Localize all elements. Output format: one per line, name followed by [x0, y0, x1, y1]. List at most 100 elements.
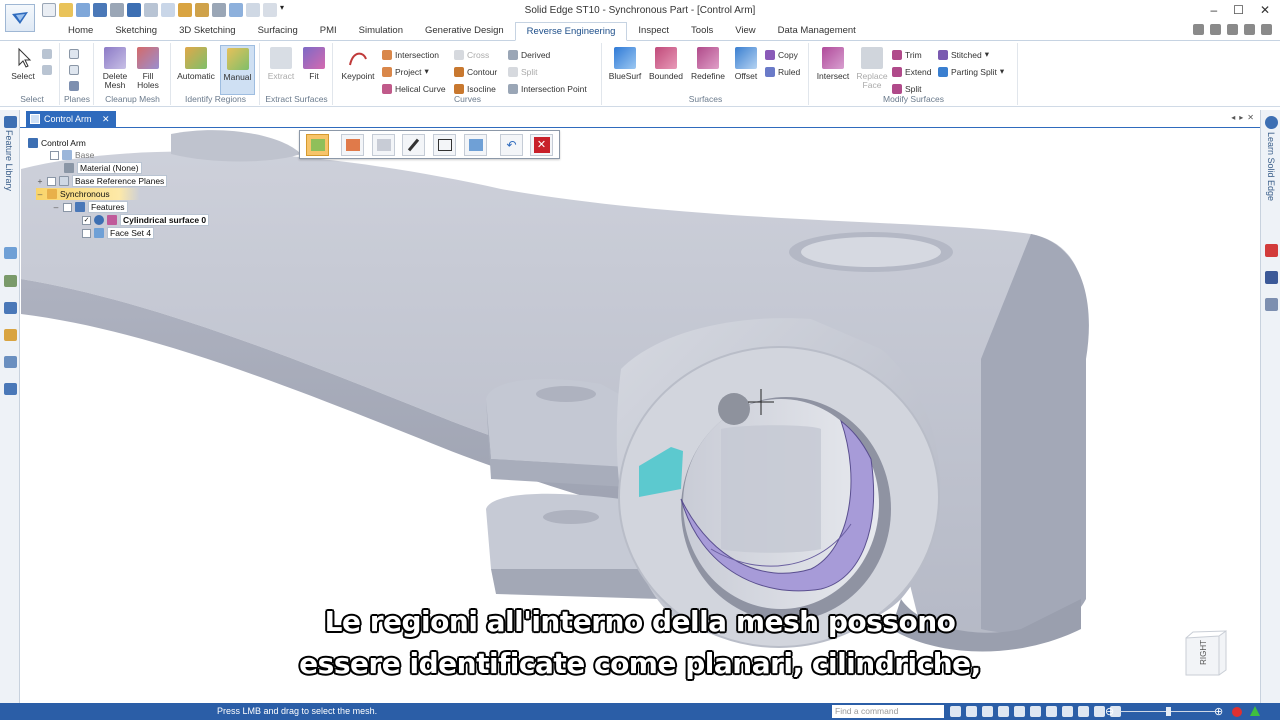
- split-curve-button[interactable]: Split: [508, 65, 538, 78]
- tab-simulation[interactable]: Simulation: [348, 22, 414, 40]
- parts-library-icon[interactable]: [4, 356, 17, 368]
- tab-tools[interactable]: Tools: [680, 22, 724, 40]
- orient-icon[interactable]: [1046, 706, 1057, 717]
- cyl-surface-checkbox[interactable]: ✓: [82, 215, 91, 225]
- expand-ref-planes-icon[interactable]: +: [36, 176, 44, 186]
- extract-button[interactable]: Extract: [265, 45, 297, 81]
- tree-node-face-set[interactable]: Face Set 4: [82, 227, 155, 239]
- youtube-icon[interactable]: [1265, 244, 1278, 257]
- layers-icon[interactable]: [4, 247, 17, 259]
- tab-generative-design[interactable]: Generative Design: [414, 22, 515, 40]
- manual-button[interactable]: Manual: [220, 45, 255, 95]
- select-filter-button[interactable]: [42, 47, 52, 60]
- plane-button-1[interactable]: [69, 47, 79, 60]
- region-type-button[interactable]: [464, 134, 487, 156]
- doc-restore-icon[interactable]: [1244, 24, 1255, 35]
- offset-button[interactable]: Offset: [730, 45, 762, 81]
- view-style-icon[interactable]: [1078, 706, 1089, 717]
- zoom-area-icon[interactable]: [966, 706, 977, 717]
- tab-sketching[interactable]: Sketching: [104, 22, 168, 40]
- find-command-input[interactable]: Find a command: [832, 705, 944, 718]
- extend-button[interactable]: Extend: [892, 65, 931, 78]
- erase-button[interactable]: [372, 134, 395, 156]
- zoom-out-icon[interactable]: ⊖: [1105, 705, 1114, 718]
- select-mode-button[interactable]: [42, 63, 52, 76]
- tree-node-control-arm[interactable]: Control Arm: [28, 137, 86, 149]
- sketch-view-icon[interactable]: [1094, 706, 1105, 717]
- tab-pmi[interactable]: PMI: [309, 22, 348, 40]
- tab-home[interactable]: Home: [57, 22, 104, 40]
- select-button[interactable]: Select: [7, 45, 39, 81]
- trim-button[interactable]: Trim: [892, 48, 922, 61]
- upload-icon[interactable]: [1250, 706, 1260, 716]
- tab-inspect[interactable]: Inspect: [627, 22, 680, 40]
- replace-face-button[interactable]: Replace Face: [854, 45, 890, 90]
- undo-region-button[interactable]: ↶: [500, 134, 523, 156]
- tab-view[interactable]: View: [724, 22, 766, 40]
- color-manager-icon[interactable]: [4, 329, 17, 341]
- community-icon[interactable]: [1265, 298, 1278, 311]
- minimize-icon[interactable]: –: [1210, 3, 1217, 17]
- doc-minimize-icon[interactable]: [1227, 24, 1238, 35]
- copy-surface-button[interactable]: Copy: [765, 48, 798, 61]
- automatic-button[interactable]: Automatic: [176, 45, 216, 81]
- tree-node-features[interactable]: – Features: [52, 201, 128, 213]
- face-set-checkbox[interactable]: [82, 228, 91, 238]
- help-circle-icon[interactable]: [1265, 116, 1278, 129]
- shaded-view-icon[interactable]: [1062, 706, 1073, 717]
- tab-surfacing[interactable]: Surfacing: [247, 22, 309, 40]
- stitched-button[interactable]: Stitched ▾: [938, 48, 989, 61]
- project-button[interactable]: Project ▾: [382, 65, 429, 78]
- teamcenter-icon[interactable]: [4, 383, 17, 395]
- tree-node-base[interactable]: Base: [50, 149, 94, 161]
- tab-reverse-engineering[interactable]: Reverse Engineering: [514, 22, 628, 41]
- view-cube[interactable]: RIGHT: [1183, 630, 1229, 676]
- doc-close-icon[interactable]: [1261, 24, 1272, 35]
- close-document-icon[interactable]: ✕: [102, 114, 110, 124]
- tab-data-management[interactable]: Data Management: [767, 22, 867, 40]
- bluesurf-button[interactable]: BlueSurf: [606, 45, 644, 81]
- zoom-in-icon[interactable]: [982, 706, 993, 717]
- help-icon[interactable]: [1193, 24, 1204, 35]
- zoom-slider-thumb[interactable]: [1166, 707, 1171, 716]
- intersect-button[interactable]: Intersect: [814, 45, 852, 81]
- region-select-button[interactable]: [306, 134, 329, 156]
- plane-button-2[interactable]: [69, 63, 79, 76]
- sensors-icon[interactable]: [4, 302, 17, 314]
- zoom-in-plus-icon[interactable]: ⊕: [1214, 705, 1223, 718]
- tab-scroll-arrows[interactable]: ◂▸✕: [1231, 113, 1258, 122]
- fit-view-icon[interactable]: [998, 706, 1009, 717]
- redefine-button[interactable]: Redefine: [688, 45, 728, 81]
- ribbon-options-icon[interactable]: [1210, 24, 1221, 35]
- close-icon[interactable]: ✕: [1260, 3, 1270, 17]
- go-icon[interactable]: [950, 706, 961, 717]
- plane-button-3[interactable]: [69, 79, 79, 92]
- features-checkbox[interactable]: [63, 202, 72, 212]
- tree-node-material[interactable]: Material (None): [64, 162, 142, 174]
- cancel-command-button[interactable]: ✕: [530, 134, 553, 156]
- document-tab-control-arm[interactable]: Control Arm ✕: [26, 111, 116, 128]
- collapse-synchronous-icon[interactable]: –: [36, 189, 44, 199]
- tree-node-ref-planes[interactable]: + Base Reference Planes: [36, 175, 168, 187]
- contour-button[interactable]: Contour: [454, 65, 497, 78]
- collapse-features-icon[interactable]: –: [52, 202, 60, 212]
- rotate-icon[interactable]: [1030, 706, 1041, 717]
- tab-3d-sketching[interactable]: 3D Sketching: [168, 22, 247, 40]
- cross-button[interactable]: Cross: [454, 48, 489, 61]
- record-icon[interactable]: [1232, 707, 1242, 717]
- fill-holes-button[interactable]: Fill Holes: [133, 45, 163, 90]
- parting-split-dropdown-icon[interactable]: ▾: [1000, 66, 1004, 77]
- pick-button[interactable]: [402, 134, 425, 156]
- ruled-button[interactable]: Ruled: [765, 65, 800, 78]
- parting-split-button[interactable]: Parting Split ▾: [938, 65, 1004, 78]
- learn-solid-edge-tab[interactable]: Learn Solid Edge: [1266, 132, 1276, 201]
- tree-node-synchronous[interactable]: – Synchronous: [36, 188, 140, 200]
- ref-planes-checkbox[interactable]: [47, 176, 56, 186]
- pan-icon[interactable]: [1014, 706, 1025, 717]
- intersection-button[interactable]: Intersection: [382, 48, 439, 61]
- brush-button[interactable]: [341, 134, 364, 156]
- maximize-icon[interactable]: ☐: [1233, 3, 1244, 17]
- stitched-dropdown-icon[interactable]: ▾: [985, 49, 989, 60]
- feature-library-tab[interactable]: Feature Library: [4, 130, 14, 191]
- tree-node-cylindrical-surface[interactable]: ✓ Cylindrical surface 0: [82, 214, 210, 226]
